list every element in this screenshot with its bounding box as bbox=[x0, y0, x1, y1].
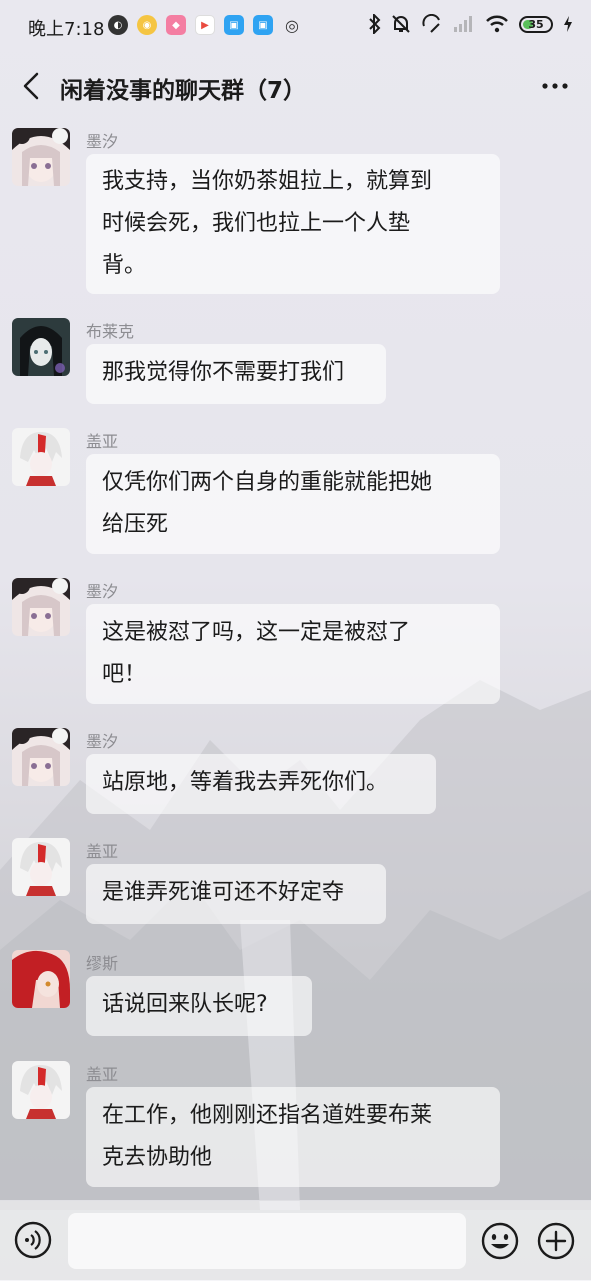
sender-avatar[interactable] bbox=[12, 728, 70, 786]
message-bubble[interactable]: 那我觉得你不需要打我们 bbox=[86, 344, 386, 404]
message-bubble[interactable]: 话说回来队长呢? bbox=[86, 976, 312, 1036]
sender-avatar[interactable] bbox=[12, 1061, 70, 1119]
message-input-bar bbox=[0, 1200, 591, 1281]
message-bubble[interactable]: 仅凭你们两个自身的重能就能把她 给压死 bbox=[86, 454, 500, 554]
dark-hair-avatar-icon bbox=[12, 318, 70, 376]
sender-avatar[interactable] bbox=[12, 950, 70, 1008]
sender-name: 墨汐 bbox=[86, 132, 119, 151]
status-time: 晚上7:18 bbox=[28, 19, 105, 40]
white-red-hair-avatar-icon bbox=[12, 428, 70, 486]
charging-icon bbox=[564, 16, 572, 32]
sender-avatar[interactable] bbox=[12, 578, 70, 636]
more-options-icon[interactable] bbox=[539, 74, 571, 98]
alarm-icon bbox=[422, 14, 440, 33]
sender-avatar[interactable] bbox=[12, 838, 70, 896]
red-hair-avatar-icon bbox=[12, 950, 70, 1008]
weibo-app-icon: ◉ bbox=[137, 15, 157, 35]
sender-name: 盖亚 bbox=[86, 842, 119, 861]
sender-name: 缪斯 bbox=[86, 954, 119, 973]
wifi-icon bbox=[486, 15, 508, 33]
girl-bear-hat-avatar-icon bbox=[12, 578, 70, 636]
message-bubble[interactable]: 在工作，他刚刚还指名道姓要布莱 克去协助他 bbox=[86, 1087, 500, 1187]
message-bubble[interactable]: 我支持，当你奶茶姐拉上，就算到 时候会死，我们也拉上一个人垫 背。 bbox=[86, 154, 500, 294]
sender-avatar[interactable] bbox=[12, 428, 70, 486]
add-attachment-icon[interactable] bbox=[536, 1221, 576, 1261]
blue-app-icon: ▣ bbox=[224, 15, 244, 35]
status-notification-icons: ◐ ◉ ◆ ▶ ▣ ▣ ◎ bbox=[108, 15, 302, 35]
status-bar: 晚上7:18 ◐ ◉ ◆ ▶ ▣ ▣ ◎ 35 bbox=[0, 0, 591, 52]
white-red-hair-avatar-icon bbox=[12, 838, 70, 896]
sender-name: 墨汐 bbox=[86, 582, 119, 601]
play-store-icon: ▶ bbox=[195, 15, 215, 35]
white-red-hair-avatar-icon bbox=[12, 1061, 70, 1119]
emoji-icon[interactable] bbox=[480, 1221, 520, 1261]
pink-app-icon: ◆ bbox=[166, 15, 186, 35]
message-text-input[interactable] bbox=[68, 1213, 466, 1269]
sender-name: 布莱克 bbox=[86, 322, 135, 341]
signal-icon bbox=[454, 16, 472, 32]
sender-avatar[interactable] bbox=[12, 318, 70, 376]
sender-name: 盖亚 bbox=[86, 432, 119, 451]
sender-name: 盖亚 bbox=[86, 1065, 119, 1084]
sync-app-icon: ◎ bbox=[285, 15, 299, 35]
blue-app-icon-2: ▣ bbox=[253, 15, 273, 35]
chat-header: 闲着没事的聊天群（7） bbox=[0, 52, 591, 118]
globe-app-icon: ◐ bbox=[108, 15, 128, 35]
sender-name: 墨汐 bbox=[86, 732, 119, 751]
message-bubble[interactable]: 这是被怼了吗，这一定是被怼了 吧！ bbox=[86, 604, 500, 704]
girl-bear-hat-avatar-icon bbox=[12, 728, 70, 786]
back-arrow-icon[interactable] bbox=[18, 70, 46, 102]
message-bubble[interactable]: 是谁弄死谁可还不好定夺 bbox=[86, 864, 386, 924]
voice-input-icon[interactable] bbox=[14, 1221, 52, 1259]
battery-indicator: 35 bbox=[519, 15, 553, 33]
message-bubble[interactable]: 站原地，等着我去弄死你们。 bbox=[86, 754, 436, 814]
sender-avatar[interactable] bbox=[12, 128, 70, 186]
girl-bear-hat-avatar-icon bbox=[12, 128, 70, 186]
bluetooth-icon bbox=[369, 14, 381, 34]
chat-title: 闲着没事的聊天群（7） bbox=[60, 78, 307, 104]
mute-bell-icon bbox=[392, 15, 410, 33]
battery-level: 35 bbox=[528, 17, 544, 31]
status-system-icons: 35 bbox=[369, 14, 573, 34]
